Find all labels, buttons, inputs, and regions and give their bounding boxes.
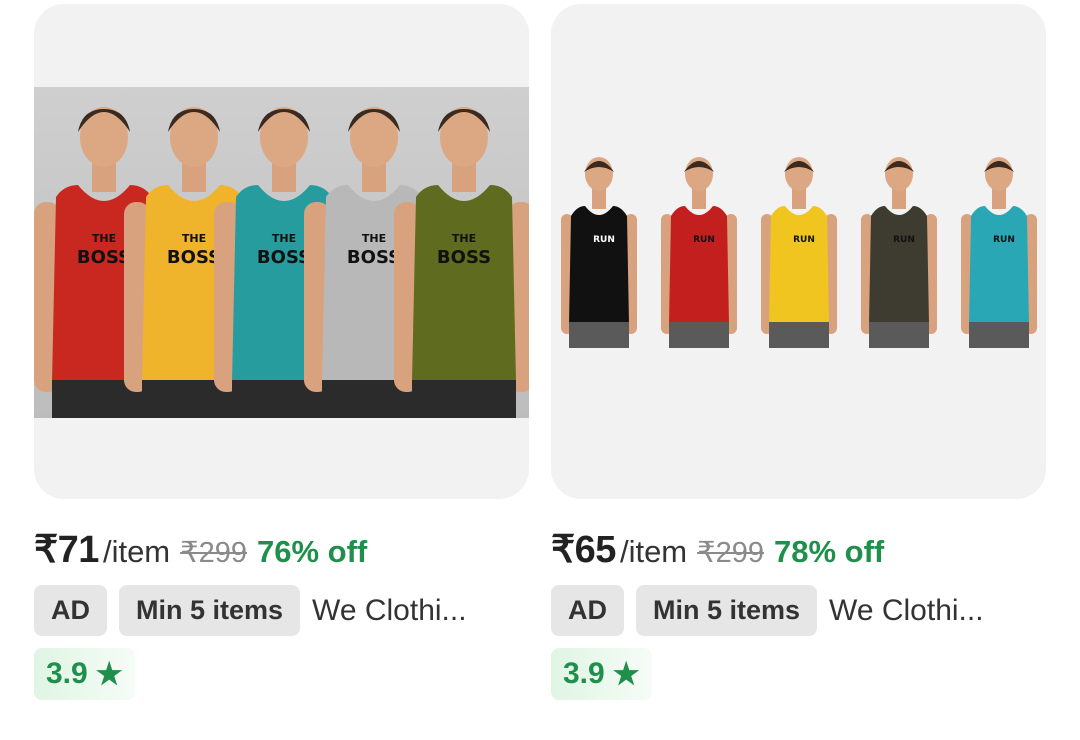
price-row: ₹65 /item ₹299 78% off [551, 527, 1046, 571]
price-row: ₹71 /item ₹299 76% off [34, 527, 529, 571]
rating-badge: 3.9 ★ [551, 648, 652, 700]
rating-badge: 3.9 ★ [34, 648, 135, 700]
min-items-badge: Min 5 items [636, 585, 818, 636]
model-figure: RUN [961, 157, 1037, 348]
product-card[interactable]: THE BOSS THE BOSS THE BOSS THE BOSS THE BOSS ₹71 … [34, 4, 529, 700]
product-grid: THE BOSS THE BOSS THE BOSS THE BOSS THE BOSS ₹71 … [0, 0, 1080, 740]
price-unit: /item [102, 534, 171, 569]
svg-text:RUN: RUN [793, 235, 815, 245]
product-image[interactable]: RUN RUN RUN RUN RUN [551, 4, 1046, 499]
product-image[interactable]: THE BOSS THE BOSS THE BOSS THE BOSS THE BOSS [34, 4, 529, 499]
original-price: ₹299 [697, 537, 764, 569]
price: ₹71 [34, 529, 99, 571]
rating-value: 3.9 [563, 657, 605, 690]
tag-row: AD Min 5 items We Clothi... [551, 585, 1046, 636]
svg-text:RUN: RUN [893, 235, 915, 245]
min-items-badge: Min 5 items [119, 585, 301, 636]
price: ₹65 [551, 529, 616, 571]
svg-text:BOSS: BOSS [437, 247, 491, 268]
product-photo-run: RUN RUN RUN RUN RUN [551, 154, 1046, 354]
seller-name: We Clothi... [829, 593, 984, 627]
svg-text:THE: THE [272, 232, 296, 245]
original-price: ₹299 [180, 537, 247, 569]
svg-text:BOSS: BOSS [257, 247, 311, 268]
price-unit: /item [619, 534, 688, 569]
model-figure: THE BOSS [394, 107, 529, 418]
svg-text:THE: THE [92, 232, 116, 245]
ad-badge: AD [551, 585, 624, 636]
svg-text:RUN: RUN [693, 235, 715, 245]
svg-text:RUN: RUN [993, 235, 1015, 245]
svg-text:THE: THE [452, 232, 476, 245]
discount-label: 76% off [256, 534, 368, 569]
discount-label: 78% off [773, 534, 885, 569]
model-figure: RUN [861, 157, 937, 348]
star-icon: ★ [95, 657, 123, 691]
svg-text:BOSS: BOSS [347, 247, 401, 268]
product-card[interactable]: RUN RUN RUN RUN RUN ₹65 /item ₹299 78% off A… [551, 4, 1046, 700]
svg-text:BOSS: BOSS [167, 247, 221, 268]
svg-text:RUN: RUN [593, 235, 615, 245]
product-photo-boss: THE BOSS THE BOSS THE BOSS THE BOSS THE BOSS [34, 87, 529, 418]
svg-text:THE: THE [362, 232, 386, 245]
tag-row: AD Min 5 items We Clothi... [34, 585, 529, 636]
svg-text:THE: THE [182, 232, 206, 245]
model-figure: RUN [761, 157, 837, 348]
star-icon: ★ [612, 657, 640, 691]
model-figure: RUN [561, 157, 637, 348]
ad-badge: AD [34, 585, 107, 636]
seller-name: We Clothi... [312, 593, 467, 627]
svg-text:BOSS: BOSS [77, 247, 131, 268]
model-figure: RUN [661, 157, 737, 348]
rating-value: 3.9 [46, 657, 88, 690]
